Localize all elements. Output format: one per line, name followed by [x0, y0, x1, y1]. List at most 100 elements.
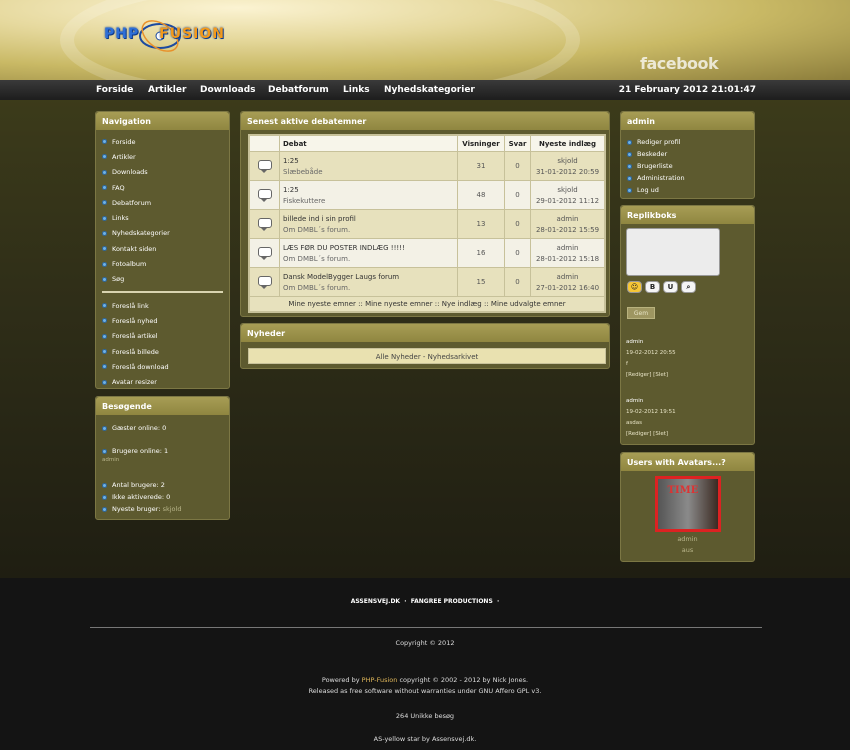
table-row[interactable]: 1:25 Fiskekuttere 48 0 skjold 29-01-2012 1…: [249, 180, 605, 210]
topic-views: 48: [457, 180, 505, 210]
topic-latest: admin 28-01-2012 15:59: [530, 209, 605, 239]
latest-user[interactable]: skjold: [534, 186, 601, 194]
menu-item-artikler[interactable]: Artikler: [148, 85, 186, 95]
bold-button[interactable]: B: [645, 281, 660, 293]
topic-forum[interactable]: Om DMBL´s forum.: [283, 284, 454, 292]
topic-views: 31: [457, 151, 505, 181]
latest-date: 28-01-2012 15:59: [535, 225, 600, 234]
shout-submit-button[interactable]: Gem: [627, 307, 655, 319]
nav-item-artikler[interactable]: Artikler: [102, 149, 223, 164]
my-latest-posts-link[interactable]: Mine nyeste emner: [365, 300, 433, 308]
nav-item-foresla-artikel[interactable]: Foreslå artikel: [102, 329, 223, 344]
nav-label: Downloads: [112, 168, 148, 177]
shout-post: admin 19-02-2012 19:51 asdas [Rediger] […: [626, 398, 754, 437]
topic-forum[interactable]: Om DMBL´s forum.: [283, 255, 454, 263]
nav-item-nyhedskategorier[interactable]: Nyhedskategorier: [102, 226, 223, 241]
topic-forum[interactable]: Om DMBL´s forum.: [283, 226, 454, 234]
topic-cell[interactable]: 1:25 Fiskekuttere: [279, 180, 458, 210]
bullet-icon: [102, 425, 107, 431]
latest-user[interactable]: admin: [534, 273, 601, 281]
topic-cell[interactable]: 1:25 Slæbebåde: [279, 151, 458, 181]
online-member[interactable]: admin: [102, 457, 223, 469]
new-posts-link[interactable]: Nye indlæg: [442, 300, 482, 308]
table-row[interactable]: Dansk ModelBygger Laugs forum Om DMBL´s f…: [249, 267, 605, 297]
total-members: Antal brugere: 2: [102, 479, 223, 491]
underline-button[interactable]: U: [663, 281, 678, 293]
footer-divider: [90, 627, 762, 628]
latest-user[interactable]: admin: [534, 215, 601, 223]
table-row[interactable]: 1:25 Slæbebåde 31 0 skjold 31-01-2012 20:5…: [249, 151, 605, 181]
nav-item-links[interactable]: Links: [102, 210, 223, 225]
shout-user[interactable]: admin: [626, 398, 754, 404]
nav-item-forside[interactable]: Forside: [102, 134, 223, 149]
newest-member-link[interactable]: skjold: [163, 505, 182, 513]
shout-text: f: [626, 361, 628, 367]
bullet-icon: [102, 139, 107, 145]
latest-user[interactable]: skjold: [534, 157, 601, 165]
nav-item-kontakt[interactable]: Kontakt siden: [102, 241, 223, 256]
shout-delete-link[interactable]: Slet: [655, 431, 666, 437]
facebook-link[interactable]: facebook: [640, 54, 719, 73]
nav-item-foresla-billede[interactable]: Foreslå billede: [102, 344, 223, 359]
nav-label: Debatforum: [112, 198, 152, 207]
my-latest-topics-link[interactable]: Mine nyeste emner: [288, 300, 356, 308]
topic-title[interactable]: LÆS FØR DU POSTER INDLÆG !!!!!: [283, 244, 454, 252]
nav-item-foresla-download[interactable]: Foreslå download: [102, 359, 223, 374]
table-row[interactable]: LÆS FØR DU POSTER INDLÆG !!!!! Om DMBL´s …: [249, 238, 605, 268]
shout-user[interactable]: admin: [626, 339, 754, 345]
menu-item-debatforum[interactable]: Debatforum: [268, 85, 329, 95]
footer-link-fangree[interactable]: FANGREE PRODUCTIONS: [411, 598, 493, 605]
topic-title[interactable]: Dansk ModelBygger Laugs forum: [283, 273, 454, 281]
forum-header-row: Debat Visninger Svar Nyeste indlæg: [249, 135, 605, 152]
user-menu-edit-profile[interactable]: Rediger profil: [627, 136, 748, 148]
shout-post: admin 19-02-2012 20:55 f [Rediger] [Slet…: [626, 339, 754, 378]
topic-forum[interactable]: Fiskekuttere: [283, 197, 454, 205]
smiley-icon[interactable]: ☺: [627, 281, 642, 293]
my-tracked-topics-link[interactable]: Mine udvalgte emner: [491, 300, 566, 308]
shout-delete-link[interactable]: Slet: [655, 372, 666, 378]
nav-item-avatar-resizer[interactable]: Avatar resizer: [102, 374, 223, 389]
user-menu-members[interactable]: Brugerliste: [627, 160, 748, 172]
topic-cell[interactable]: LÆS FØR DU POSTER INDLÆG !!!!! Om DMBL´s …: [279, 238, 458, 268]
php-fusion-link[interactable]: PHP-Fusion: [362, 676, 398, 684]
nav-item-fotoalbum[interactable]: Fotoalbum: [102, 256, 223, 271]
col-nyeste: Nyeste indlæg: [530, 135, 605, 152]
latest-user[interactable]: admin: [534, 244, 601, 252]
topic-bubble-icon: [257, 276, 272, 289]
footer-link-assensvej[interactable]: ASSENSVEJ.DK: [351, 598, 400, 605]
nav-item-foresla-link[interactable]: Foreslå link: [102, 298, 223, 313]
nav-item-foresla-nyhed[interactable]: Foreslå nyhed: [102, 313, 223, 328]
topic-cell[interactable]: billede ind i sin profil Om DMBL´s forum.: [279, 209, 458, 239]
link-icon[interactable]: ⌕: [681, 281, 696, 293]
site-logo[interactable]: PHP FUSION: [100, 12, 250, 56]
guests-online-label: Gæster online: 0: [112, 424, 167, 432]
topic-title[interactable]: 1:25: [283, 157, 454, 165]
guests-online: Gæster online: 0: [102, 421, 223, 435]
shoutbox-textarea[interactable]: [626, 228, 720, 276]
user-menu-admin[interactable]: Administration: [627, 172, 748, 184]
topic-forum[interactable]: Slæbebåde: [283, 168, 454, 176]
nav-item-faq[interactable]: FAQ: [102, 180, 223, 195]
user-avatar-image[interactable]: TIME: [654, 476, 721, 532]
nav-item-sog[interactable]: Søg: [102, 272, 223, 287]
menu-item-links[interactable]: Links: [343, 85, 370, 95]
topic-cell[interactable]: Dansk ModelBygger Laugs forum Om DMBL´s f…: [279, 267, 458, 297]
nav-item-debatforum[interactable]: Debatforum: [102, 195, 223, 210]
nav-item-downloads[interactable]: Downloads: [102, 165, 223, 180]
topic-views: 13: [457, 209, 505, 239]
avatar-user-name[interactable]: admin: [621, 535, 754, 543]
table-row[interactable]: billede ind i sin profil Om DMBL´s forum.…: [249, 209, 605, 239]
visitors-panel: Besøgende Gæster online: 0 Brugere onlin…: [95, 396, 230, 520]
topic-title[interactable]: billede ind i sin profil: [283, 215, 454, 223]
shout-edit-link[interactable]: Rediger: [628, 431, 649, 437]
menu-item-downloads[interactable]: Downloads: [200, 85, 256, 95]
menu-item-forside[interactable]: Forside: [96, 85, 133, 95]
user-menu-logout[interactable]: Log ud: [627, 184, 748, 196]
avatar-user-name[interactable]: aus: [621, 546, 754, 554]
topic-title[interactable]: 1:25: [283, 186, 454, 194]
bullet-icon: [102, 482, 107, 488]
news-archive-link[interactable]: Alle Nyheder - Nyhedsarkivet: [248, 348, 606, 364]
shout-edit-link[interactable]: Rediger: [628, 372, 649, 378]
menu-item-nyhedskategorier[interactable]: Nyhedskategorier: [384, 85, 475, 95]
user-menu-messages[interactable]: Beskeder: [627, 148, 748, 160]
